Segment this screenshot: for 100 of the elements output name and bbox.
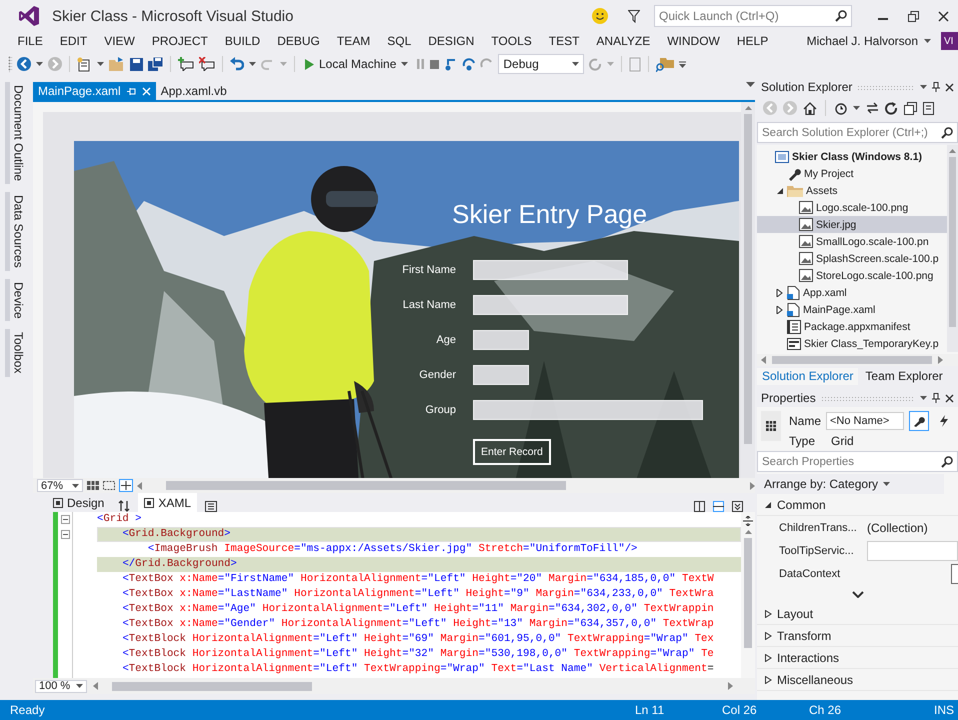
- menu-item[interactable]: VIEW: [96, 34, 144, 48]
- document-tab[interactable]: App.xaml.vb: [156, 82, 232, 100]
- caret-icon[interactable]: [401, 62, 408, 66]
- scroll-up-icon[interactable]: [744, 106, 752, 110]
- caret-icon[interactable]: [97, 62, 104, 66]
- scroll-up-icon[interactable]: [949, 149, 956, 153]
- property-field[interactable]: [867, 540, 958, 560]
- back-icon[interactable]: [17, 57, 31, 71]
- property-category[interactable]: Interactions: [757, 647, 958, 669]
- caret-icon[interactable]: [920, 85, 927, 89]
- menu-item[interactable]: EDIT: [51, 34, 96, 48]
- menu-item[interactable]: HELP: [728, 34, 777, 48]
- input-field[interactable]: [473, 400, 703, 420]
- uncomment-icon[interactable]: [199, 57, 215, 71]
- overflow-icon[interactable]: [679, 60, 686, 68]
- expand-arrow-icon[interactable]: [765, 654, 772, 662]
- expand-arrow-icon[interactable]: [776, 306, 784, 314]
- fold-icon[interactable]: [60, 515, 70, 524]
- step-into-icon[interactable]: [444, 57, 458, 71]
- close-icon[interactable]: [938, 10, 948, 22]
- tree-item[interactable]: MainPage.xaml: [757, 301, 947, 318]
- swap-panes-icon[interactable]: [118, 500, 130, 512]
- new-project-icon[interactable]: [77, 56, 92, 72]
- restore-icon[interactable]: [908, 10, 918, 22]
- split-handle-icon[interactable]: [743, 516, 753, 526]
- property-category[interactable]: Common: [757, 494, 958, 516]
- caret-icon[interactable]: [572, 62, 580, 66]
- enter-record-button[interactable]: Enter Record: [473, 439, 551, 465]
- search-icon[interactable]: [941, 456, 953, 468]
- scrollbar-thumb[interactable]: [744, 538, 752, 648]
- search-icon[interactable]: [835, 10, 847, 22]
- tree-item[interactable]: Assets: [757, 182, 947, 199]
- expand-arrow-icon[interactable]: [765, 632, 772, 640]
- menu-item[interactable]: DEBUG: [268, 34, 328, 48]
- scroll-left-icon[interactable]: [137, 482, 142, 490]
- popout-icon[interactable]: [205, 501, 218, 512]
- scroll-up-icon[interactable]: [744, 530, 752, 534]
- menu-item[interactable]: BUILD: [216, 34, 269, 48]
- open-folder-icon[interactable]: [109, 57, 125, 71]
- menu-item[interactable]: DESIGN: [420, 34, 483, 48]
- name-field[interactable]: <No Name>: [826, 412, 904, 430]
- snap-grid-icon[interactable]: [103, 481, 115, 490]
- quick-launch-field[interactable]: Quick Launch (Ctrl+Q): [654, 5, 852, 27]
- caret-icon[interactable]: [853, 106, 860, 110]
- collapse-pane-icon[interactable]: [732, 501, 743, 512]
- snap-lines-icon[interactable]: [119, 479, 133, 492]
- caret-icon[interactable]: [920, 396, 927, 400]
- properties-icon[interactable]: [923, 102, 934, 114]
- save-all-icon[interactable]: [148, 57, 163, 71]
- caret-icon[interactable]: [72, 484, 79, 488]
- expand-arrow-icon[interactable]: [765, 676, 772, 684]
- tab-list-icon[interactable]: [746, 82, 755, 87]
- scrollbar-thumb[interactable]: [744, 114, 752, 444]
- close-icon[interactable]: [945, 82, 954, 92]
- filter-icon[interactable]: [628, 10, 640, 22]
- properties-tab[interactable]: [909, 411, 929, 431]
- view-tab[interactable]: XAML: [138, 493, 198, 512]
- tree-item[interactable]: SmallLogo.scale-100.pn: [757, 233, 947, 250]
- expand-arrow-icon[interactable]: [776, 186, 784, 194]
- side-tab[interactable]: Toolbox: [4, 329, 26, 377]
- panel-tab[interactable]: Solution Explorer: [757, 368, 858, 385]
- tree-item[interactable]: Logo.scale-100.png: [757, 199, 947, 216]
- menu-item[interactable]: PROJECT: [143, 34, 216, 48]
- fold-icon[interactable]: [60, 530, 70, 539]
- property-button[interactable]: [951, 564, 958, 584]
- menu-item[interactable]: TEAM: [328, 34, 379, 48]
- menu-item[interactable]: ANALYZE: [588, 34, 659, 48]
- menu-item[interactable]: TOOLS: [482, 34, 540, 48]
- refresh-icon[interactable]: [885, 102, 898, 114]
- pin-icon[interactable]: [932, 393, 940, 403]
- horizontal-split-icon[interactable]: [713, 501, 724, 512]
- zoom-dropdown[interactable]: 67%: [37, 479, 83, 492]
- user-name[interactable]: Michael J. Halvorson: [806, 34, 918, 48]
- scrollbar-thumb[interactable]: [772, 356, 932, 364]
- undo-icon[interactable]: [230, 57, 244, 71]
- side-tab[interactable]: Document Outline: [4, 82, 26, 184]
- property-category[interactable]: Transform: [757, 625, 958, 647]
- input-field[interactable]: [473, 295, 628, 315]
- caret-icon[interactable]: [883, 482, 890, 486]
- caret-icon[interactable]: [249, 62, 256, 66]
- scroll-left-icon[interactable]: [93, 682, 98, 690]
- close-icon[interactable]: [945, 394, 954, 402]
- sync-icon[interactable]: [866, 102, 879, 114]
- property-category[interactable]: Layout: [757, 603, 958, 625]
- history-icon[interactable]: [834, 102, 847, 114]
- tree-item[interactable]: My Project: [757, 165, 947, 182]
- tree-item[interactable]: Skier.jpg: [757, 216, 947, 233]
- grid-icon[interactable]: [87, 481, 99, 490]
- tree-item[interactable]: StoreLogo.scale-100.png: [757, 267, 947, 284]
- property-category[interactable]: Miscellaneous: [757, 669, 958, 691]
- avatar[interactable]: VI: [941, 32, 958, 50]
- input-field[interactable]: [473, 365, 529, 385]
- more-icon[interactable]: [852, 590, 864, 598]
- home-icon[interactable]: [803, 102, 817, 114]
- caret-icon[interactable]: [76, 684, 83, 688]
- scrollbar-thumb[interactable]: [166, 481, 566, 490]
- menu-item[interactable]: SQL: [378, 34, 420, 48]
- expand-arrow-icon[interactable]: [776, 288, 784, 296]
- side-tab[interactable]: Data Sources: [4, 192, 26, 271]
- configuration-dropdown[interactable]: Debug: [498, 54, 584, 74]
